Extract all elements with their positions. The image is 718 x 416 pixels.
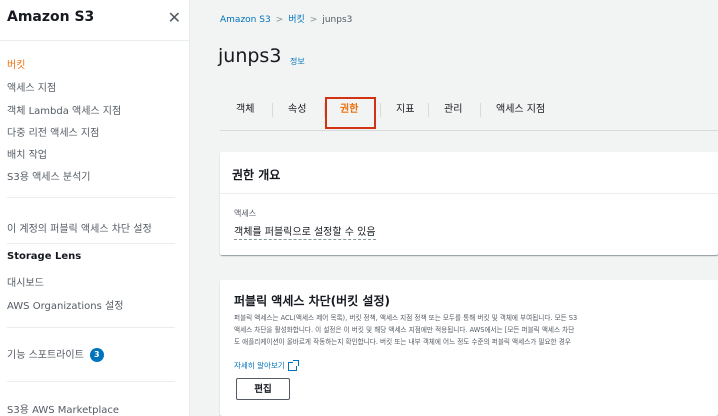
tab-objects[interactable]: 객체 xyxy=(236,96,254,124)
sidebar-item-multi-region-access-points[interactable]: 다중 리전 액세스 지점 xyxy=(7,124,99,139)
page-title: junps3 xyxy=(218,45,282,67)
sidebar-divider xyxy=(7,243,175,244)
sidebar-item-organizations-settings[interactable]: AWS Organizations 설정 xyxy=(7,297,123,312)
access-label: 액세스 xyxy=(234,209,257,218)
breadcrumb-separator: > xyxy=(275,15,284,25)
tab-access-points[interactable]: 액세스 지점 xyxy=(496,96,545,124)
block-public-access-panel: 퍼블릭 액세스 차단(버킷 설정) 퍼블릭 액세스는 ACL(액세스 제어 목록… xyxy=(220,280,718,416)
external-link-icon xyxy=(287,359,299,371)
sidebar-item-access-analyzer[interactable]: S3용 액세스 분석기 xyxy=(7,168,90,183)
sidebar-item-batch-operations[interactable]: 배치 작업 xyxy=(7,146,47,161)
breadcrumb-item-buckets[interactable]: 버킷 xyxy=(288,15,305,25)
sidebar-divider xyxy=(7,381,175,382)
panel-description: 퍼블릭 액세스는 ACL(액세스 제어 목록), 버킷 정책, 액세스 지점 정… xyxy=(234,312,714,348)
panel-divider xyxy=(220,193,718,194)
sidebar-item-dashboards[interactable]: 대시보드 xyxy=(7,274,44,289)
permissions-overview-panel: 권한 개요 액세스 객체를 퍼블릭으로 설정할 수 있음 xyxy=(220,152,718,255)
breadcrumb: Amazon S3 > 버킷 > junps3 xyxy=(220,12,352,25)
tab-divider xyxy=(428,103,429,117)
tab-divider xyxy=(380,103,381,117)
sidebar-item-access-points[interactable]: 액세스 지점 xyxy=(7,79,56,94)
breadcrumb-item-current: junps3 xyxy=(322,15,353,25)
edit-button[interactable]: 편집 xyxy=(236,378,290,400)
notification-badge: 3 xyxy=(89,348,104,362)
sidebar-divider xyxy=(7,197,175,198)
sidebar-item-account-block-public-access[interactable]: 이 계정의 퍼블릭 액세스 차단 설정 xyxy=(7,220,152,235)
tab-management[interactable]: 관리 xyxy=(444,96,462,124)
sidebar-item-label: 기능 스포트라이트 xyxy=(7,350,84,361)
learn-more-label: 자세히 알아보기 xyxy=(234,361,285,370)
breadcrumb-separator: > xyxy=(309,15,318,25)
tab-metrics[interactable]: 지표 xyxy=(396,96,414,124)
sidebar-divider xyxy=(0,40,190,41)
sidebar-item-object-lambda-access-points[interactable]: 객체 Lambda 액세스 지점 xyxy=(7,102,121,117)
tab-permissions[interactable]: 권한 xyxy=(340,96,358,124)
description-line: 퍼블릭 액세스는 ACL(액세스 제어 목록), 버킷 정책, 액세스 지점 정… xyxy=(234,314,578,322)
sidebar-item-feature-spotlight[interactable]: 기능 스포트라이트 3 xyxy=(7,346,104,362)
tab-divider xyxy=(272,103,273,117)
info-link[interactable]: 정보 xyxy=(290,56,305,67)
sidebar-item-marketplace[interactable]: S3용 AWS Marketplace xyxy=(7,401,119,416)
sidebar-section-storage-lens: Storage Lens xyxy=(7,251,82,262)
sidebar-divider xyxy=(7,327,175,328)
panel-title: 권한 개요 xyxy=(232,168,281,182)
tab-divider xyxy=(324,103,325,117)
learn-more-link[interactable]: 자세히 알아보기 xyxy=(234,359,299,371)
access-value: 객체를 퍼블릭으로 설정할 수 있음 xyxy=(234,223,376,240)
sidebar-item-buckets[interactable]: 버킷 xyxy=(7,56,25,71)
description-line: 도 애플리케이션이 올바르게 작동하는지 확인합니다. 버킷 또는 내부 객체에… xyxy=(234,338,571,346)
close-icon[interactable]: ✕ xyxy=(168,9,181,27)
tab-divider xyxy=(480,103,481,117)
breadcrumb-item-s3[interactable]: Amazon S3 xyxy=(220,15,271,25)
description-line: 액세스 차단을 활성화합니다. 이 설정은 이 버킷 및 해당 액세스 지점에만… xyxy=(234,326,575,334)
sidebar-title: Amazon S3 xyxy=(7,9,95,25)
sidebar: Amazon S3 ✕ 버킷 액세스 지점 객체 Lambda 액세스 지점 다… xyxy=(0,0,190,416)
sidebar-header: Amazon S3 ✕ xyxy=(7,9,183,29)
panel-title: 퍼블릭 액세스 차단(버킷 설정) xyxy=(234,294,390,308)
tab-properties[interactable]: 속성 xyxy=(288,96,306,124)
tab-bar: 객체 속성 권한 지표 관리 액세스 지점 xyxy=(220,96,718,131)
